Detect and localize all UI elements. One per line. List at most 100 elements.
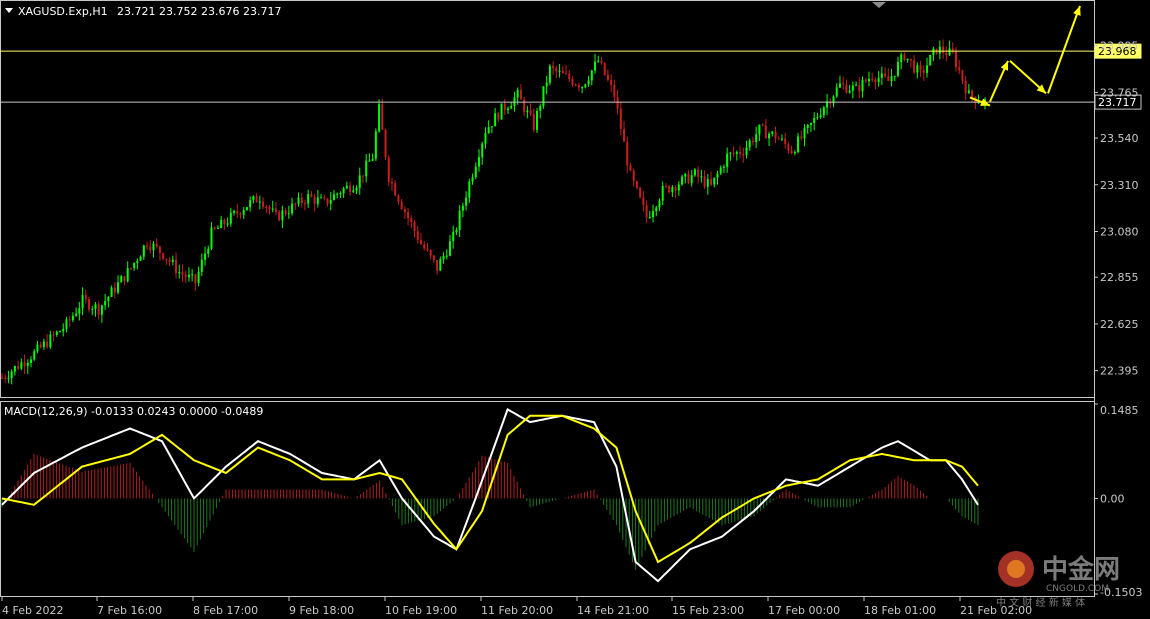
candle-bull [458, 210, 461, 230]
time-tick-label: 17 Feb 00:00 [768, 604, 840, 617]
candle-bull [452, 231, 455, 242]
candle-bull [120, 276, 123, 283]
candle-bull [967, 90, 970, 94]
candle-bear [787, 144, 790, 151]
candle-bull [178, 272, 181, 274]
candle-bear [84, 294, 87, 300]
candle-bear [668, 186, 671, 193]
candle-bull [107, 296, 110, 302]
candle-bear [503, 103, 506, 111]
candle-bear [52, 334, 55, 336]
candle-bear [871, 78, 874, 80]
candle-bull [693, 169, 696, 176]
candle-bull [542, 86, 545, 107]
candle-bull [806, 124, 809, 129]
candle-bull [216, 227, 219, 229]
candle-bull [474, 166, 477, 178]
candle-bull [59, 331, 62, 333]
candle-bull [526, 110, 529, 113]
candle-bear [845, 84, 848, 93]
candle-bull [287, 213, 290, 215]
candle-bull [587, 80, 590, 85]
candle-bull [226, 223, 229, 225]
menu-triangle-icon[interactable] [5, 8, 13, 13]
candle-bull [700, 176, 703, 178]
candle-bull [681, 176, 684, 185]
candle-bull [187, 274, 190, 278]
candle-bear [616, 97, 619, 109]
scroll-marker-icon[interactable] [872, 2, 886, 8]
candle-bear [858, 84, 861, 92]
candle-bear [571, 79, 574, 85]
candle-bull [200, 259, 203, 272]
candle-bear [268, 206, 271, 210]
candle-bear [552, 65, 555, 69]
candle-bull [78, 308, 81, 314]
candle-bull [94, 304, 97, 309]
candle-bull [748, 140, 751, 148]
candle-bear [739, 151, 742, 155]
candle-bear [697, 169, 700, 177]
candle-bear [284, 210, 287, 214]
candle-bull [455, 229, 458, 232]
candle-bull [445, 255, 448, 257]
candle-bull [722, 166, 725, 168]
candle-bull [900, 54, 903, 63]
candle-bear [497, 113, 500, 120]
candle-bear [603, 62, 606, 75]
candle-bear [403, 209, 406, 213]
candle-bear [158, 246, 161, 254]
candle-bull [229, 212, 232, 224]
candle-bear [39, 344, 42, 348]
candle-bear [213, 227, 216, 229]
candle-bear [384, 129, 387, 158]
candle-bull [91, 308, 94, 310]
candle-bull [816, 117, 819, 119]
candle-bear [381, 104, 384, 130]
candle-bear [255, 196, 258, 203]
candle-bull [716, 173, 719, 178]
candle-bull [291, 203, 294, 214]
candle-bull [249, 200, 252, 208]
candle-bull [36, 344, 39, 352]
candle-bear [800, 136, 803, 139]
candle-bull [803, 128, 806, 139]
macd-tick-label: 0.00 [1100, 492, 1125, 505]
candle-bull [771, 131, 774, 134]
candle-bull [793, 151, 796, 154]
candle-bull [100, 305, 103, 315]
candle-bear [326, 198, 329, 204]
candle-bull [345, 185, 348, 189]
candle-bull [487, 127, 490, 134]
candle-bear [236, 211, 239, 214]
candle-bull [867, 78, 870, 82]
candle-bull [329, 200, 332, 204]
time-tick-label: 15 Feb 23:00 [672, 604, 744, 617]
candle-bull [929, 54, 932, 66]
candle-bear [523, 99, 526, 113]
time-tick-label: 4 Feb 2022 [2, 604, 63, 617]
candle-bear [703, 176, 706, 187]
candle-bull [536, 110, 539, 130]
candle-bear [4, 377, 7, 379]
time-tick-label: 11 Feb 20:00 [481, 604, 553, 617]
candle-bear [184, 274, 187, 278]
symbol-label: XAGUSD.Exp,H1 [18, 5, 108, 18]
candle-bear [922, 70, 925, 73]
time-tick-label: 10 Feb 19:00 [385, 604, 457, 617]
candle-bull [671, 187, 674, 193]
candle-bull [539, 106, 542, 111]
candle-bull [378, 104, 381, 132]
candle-bull [342, 188, 345, 194]
candle-bull [271, 208, 274, 210]
candle-bull [197, 271, 200, 284]
candle-bull [374, 131, 377, 159]
candle-bull [210, 227, 213, 249]
candle-bull [461, 205, 464, 211]
cngold-watermark: 中金网 CNGOLD.COM 中 文 财 经 新 媒 体 [996, 551, 1120, 609]
forecast-arrows [969, 5, 1081, 107]
candle-bull [110, 287, 113, 297]
candle-bull [448, 241, 451, 256]
candle-bull [442, 255, 445, 260]
candle-bear [710, 179, 713, 185]
